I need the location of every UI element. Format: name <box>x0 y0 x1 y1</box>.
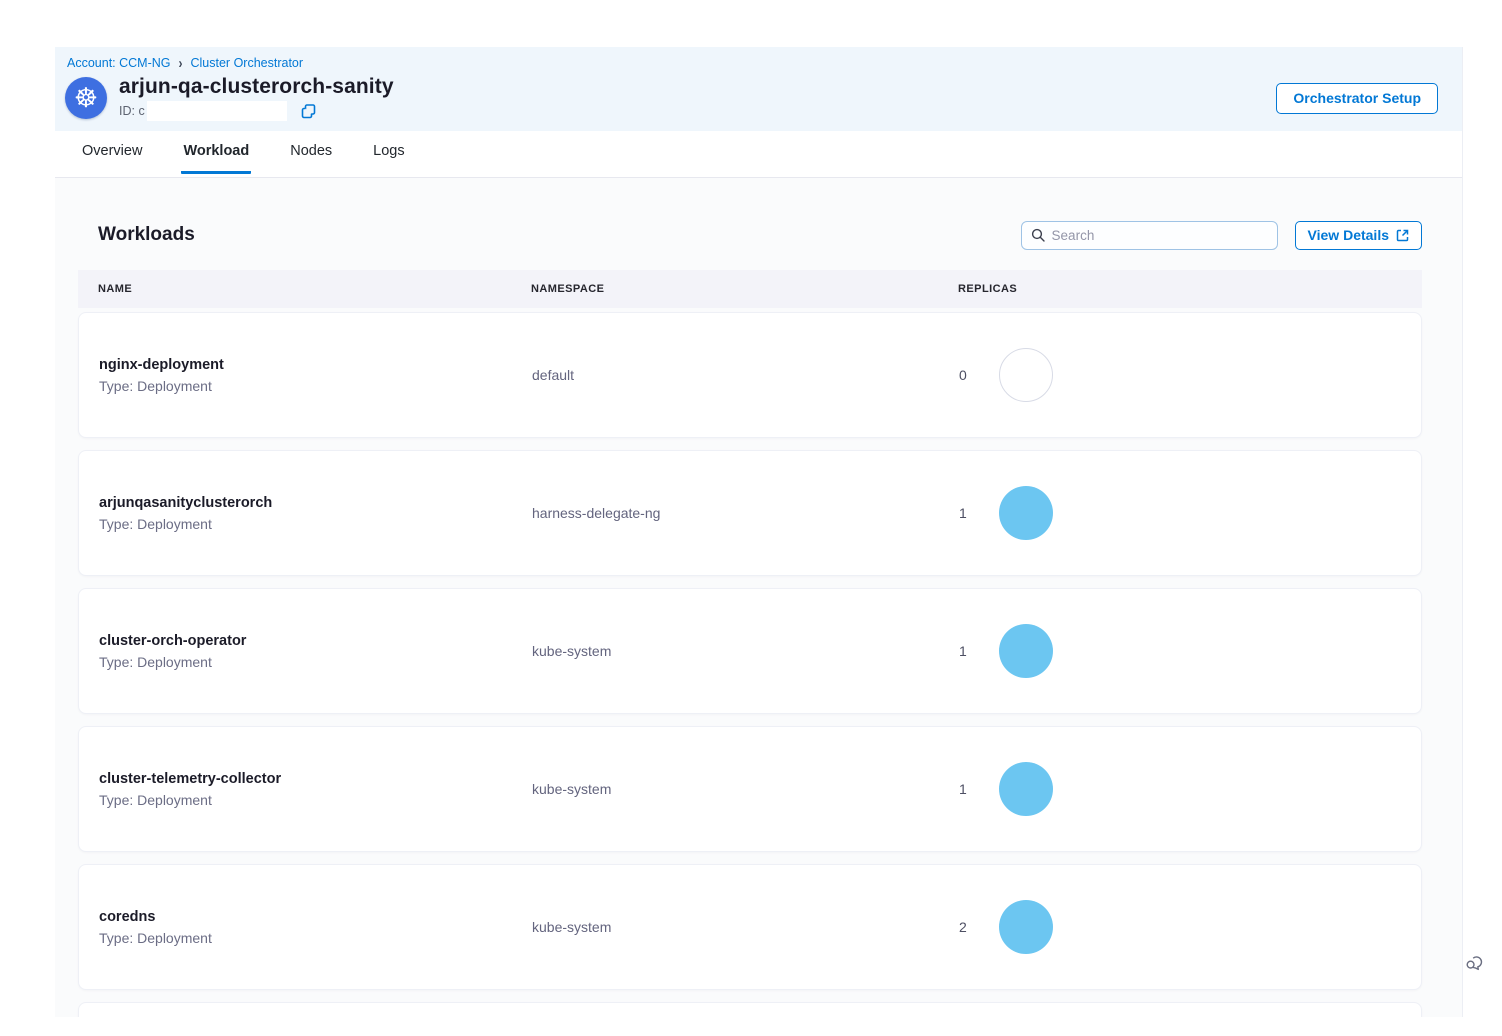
workload-namespace: kube-system <box>532 781 959 797</box>
column-header-namespace: NAMESPACE <box>531 283 958 295</box>
column-header-name: NAME <box>78 283 531 295</box>
replica-status-circle <box>999 762 1053 816</box>
breadcrumb: Account: CCM-NG › Cluster Orchestrator <box>65 56 1438 70</box>
workload-name-cell: arjunqasanityclusterorch Type: Deploymen… <box>79 495 532 532</box>
replica-status-circle <box>999 624 1053 678</box>
cluster-title: arjun-qa-clusterorch-sanity <box>119 75 394 99</box>
tab-nodes[interactable]: Nodes <box>288 131 334 174</box>
table-row-partial[interactable] <box>78 1002 1422 1017</box>
view-details-button[interactable]: View Details <box>1295 221 1422 250</box>
workload-type: Type: Deployment <box>99 930 532 946</box>
workload-replicas-cell: 1 <box>959 624 1421 678</box>
workload-name: nginx-deployment <box>99 357 532 373</box>
replica-count: 2 <box>959 919 971 935</box>
cluster-header: Account: CCM-NG › Cluster Orchestrator ☸… <box>55 47 1462 131</box>
table-header: NAME NAMESPACE REPLICAS <box>78 270 1422 308</box>
external-link-icon <box>1396 229 1409 242</box>
table-row[interactable]: cluster-orch-operator Type: Deployment k… <box>78 588 1422 714</box>
orchestrator-setup-button[interactable]: Orchestrator Setup <box>1276 83 1438 114</box>
workload-replicas-cell: 1 <box>959 762 1421 816</box>
workload-replicas-cell: 2 <box>959 900 1421 954</box>
workload-namespace: harness-delegate-ng <box>532 505 959 521</box>
tab-overview[interactable]: Overview <box>80 131 144 174</box>
workload-name-cell: cluster-telemetry-collector Type: Deploy… <box>79 771 532 808</box>
workload-name: coredns <box>99 909 532 925</box>
search-input[interactable] <box>1052 228 1268 243</box>
workload-namespace: kube-system <box>532 919 959 935</box>
workload-name-cell: cluster-orch-operator Type: Deployment <box>79 633 532 670</box>
cluster-id-label: ID: c <box>119 104 145 118</box>
cluster-id-redacted <box>147 101 287 121</box>
workloads-panel: Workloads View Details <box>55 178 1462 1017</box>
workload-name-cell: coredns Type: Deployment <box>79 909 532 946</box>
replica-count: 1 <box>959 643 971 659</box>
breadcrumb-account-link[interactable]: Account: CCM-NG <box>67 56 171 70</box>
tab-bar: Overview Workload Nodes Logs <box>55 131 1462 178</box>
table-row[interactable]: arjunqasanityclusterorch Type: Deploymen… <box>78 450 1422 576</box>
breadcrumb-section-link[interactable]: Cluster Orchestrator <box>191 56 304 70</box>
chat-icon[interactable] <box>1465 953 1484 977</box>
workload-replicas-cell: 0 <box>959 348 1421 402</box>
replica-status-circle <box>999 348 1053 402</box>
right-divider <box>1462 47 1463 1017</box>
main-content: Account: CCM-NG › Cluster Orchestrator ☸… <box>55 47 1462 1017</box>
replica-count: 1 <box>959 781 971 797</box>
replica-status-circle <box>999 486 1053 540</box>
workload-namespace: default <box>532 367 959 383</box>
table-row[interactable]: coredns Type: Deployment kube-system 2 <box>78 864 1422 990</box>
replica-count: 0 <box>959 367 971 383</box>
tab-logs[interactable]: Logs <box>371 131 406 174</box>
tab-workload[interactable]: Workload <box>181 131 251 174</box>
workload-name-cell: nginx-deployment Type: Deployment <box>79 357 532 394</box>
workload-name: cluster-telemetry-collector <box>99 771 532 787</box>
kubernetes-icon: ☸ <box>65 77 107 119</box>
workload-replicas-cell: 1 <box>959 486 1421 540</box>
workload-name: cluster-orch-operator <box>99 633 532 649</box>
table-row[interactable]: nginx-deployment Type: Deployment defaul… <box>78 312 1422 438</box>
workload-namespace: kube-system <box>532 643 959 659</box>
page: Account: CCM-NG › Cluster Orchestrator ☸… <box>0 0 1502 1036</box>
workloads-table: nginx-deployment Type: Deployment defaul… <box>78 312 1422 990</box>
search-icon <box>1031 228 1045 242</box>
column-header-replicas: REPLICAS <box>958 283 1422 295</box>
workload-type: Type: Deployment <box>99 654 532 670</box>
replica-count: 1 <box>959 505 971 521</box>
view-details-label: View Details <box>1308 227 1389 243</box>
workload-type: Type: Deployment <box>99 378 532 394</box>
table-row[interactable]: cluster-telemetry-collector Type: Deploy… <box>78 726 1422 852</box>
workload-name: arjunqasanityclusterorch <box>99 495 532 511</box>
workloads-panel-header: Workloads View Details <box>78 220 1422 250</box>
replica-status-circle <box>999 900 1053 954</box>
workload-type: Type: Deployment <box>99 516 532 532</box>
workloads-heading: Workloads <box>98 224 195 246</box>
workload-type: Type: Deployment <box>99 792 532 808</box>
search-box[interactable] <box>1021 221 1278 250</box>
copy-icon[interactable] <box>301 104 316 119</box>
cluster-title-row: ☸ arjun-qa-clusterorch-sanity ID: c <box>65 75 1438 121</box>
breadcrumb-chevron-icon: › <box>179 55 183 72</box>
